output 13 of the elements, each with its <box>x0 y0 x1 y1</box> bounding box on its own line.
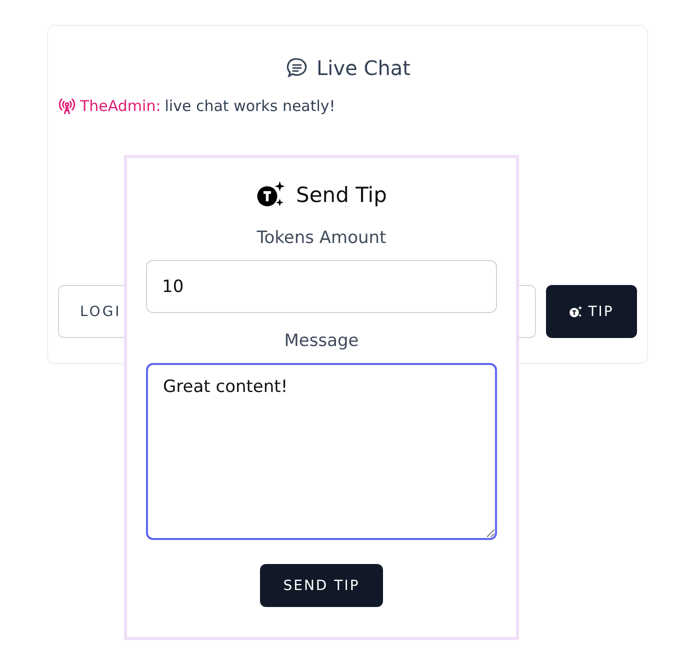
chat-title: Live Chat <box>316 56 410 80</box>
send-tip-button[interactable]: SEND TIP <box>260 564 383 607</box>
message-input-field[interactable]: Great content! <box>146 363 497 540</box>
token-sparkle-icon <box>569 304 584 318</box>
amount-label: Tokens Amount <box>256 228 386 248</box>
broadcast-icon <box>58 97 76 115</box>
amount-input-field[interactable]: 10 <box>146 260 497 313</box>
chat-message: live chat works neatly! <box>164 97 336 115</box>
tip-button[interactable]: TIP <box>546 285 637 338</box>
chat-username: TheAdmin: <box>80 97 161 115</box>
message-label: Message <box>284 331 359 351</box>
chat-bubble-icon <box>284 56 309 80</box>
dialog-title: Send Tip <box>296 183 387 207</box>
